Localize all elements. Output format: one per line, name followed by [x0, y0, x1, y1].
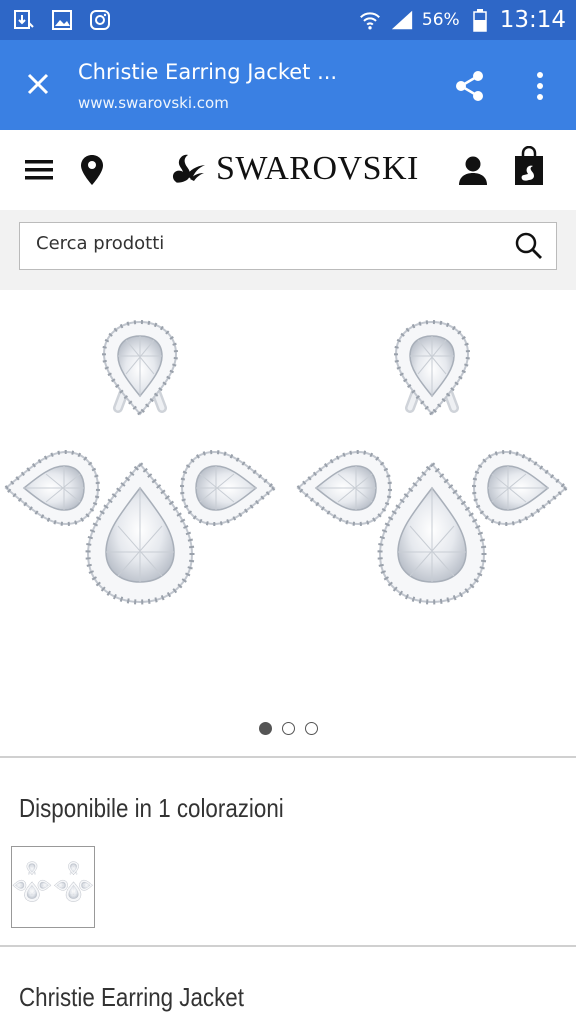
account-button[interactable] — [453, 150, 493, 190]
color-swatch[interactable] — [11, 846, 95, 928]
status-bar: 56% 13:14 — [0, 0, 576, 40]
instagram-icon — [88, 8, 112, 32]
product-name: Christie Earring Jacket — [19, 982, 244, 1012]
search-section — [0, 210, 576, 290]
store-locator-button[interactable] — [72, 150, 112, 190]
colors-heading: Disponibile in 1 colorazioni — [19, 793, 284, 823]
brand-logo[interactable]: SWAROVSKI — [170, 150, 419, 188]
close-button[interactable] — [18, 64, 58, 104]
site-header: SWAROVSKI 2 — [0, 130, 576, 210]
carousel-dot-2[interactable] — [281, 722, 295, 735]
download-icon — [12, 8, 36, 32]
share-icon — [456, 71, 483, 101]
page-title: Christie Earring Jacket ... — [78, 60, 338, 84]
page-url: www.swarovski.com — [78, 94, 229, 112]
more-vert-icon — [537, 72, 543, 100]
status-notifications — [0, 8, 112, 32]
more-options-button[interactable] — [520, 66, 560, 106]
brand-name: SWAROVSKI — [216, 150, 419, 187]
close-icon — [27, 73, 49, 95]
divider — [0, 945, 576, 947]
signal-icon — [390, 8, 414, 32]
carousel-dot-3[interactable] — [304, 722, 318, 735]
battery-icon — [468, 8, 492, 32]
earring-jackets-image — [0, 290, 576, 710]
battery-percent: 56% — [421, 10, 460, 30]
search-button[interactable] — [514, 231, 544, 261]
shopping-bag-button[interactable]: 2 — [509, 146, 549, 186]
image-carousel-indicator — [0, 722, 576, 748]
search-box — [19, 222, 557, 270]
divider — [0, 756, 576, 758]
left-earring — [6, 322, 274, 602]
swatch-thumbnail — [12, 847, 94, 927]
search-icon — [515, 232, 542, 259]
location-pin-icon — [81, 155, 103, 185]
wifi-icon — [358, 8, 382, 32]
swan-logo-icon — [172, 154, 205, 183]
right-earring — [298, 322, 566, 602]
shopping-bag-icon — [515, 146, 543, 185]
share-button[interactable] — [450, 66, 490, 106]
carousel-dot-1[interactable] — [258, 722, 272, 735]
status-system: 56% 13:14 — [358, 7, 576, 33]
browser-toolbar: Christie Earring Jacket ... www.swarovsk… — [0, 40, 576, 130]
menu-button[interactable] — [19, 150, 59, 190]
menu-icon — [25, 160, 53, 180]
product-image[interactable] — [0, 290, 576, 710]
search-input[interactable] — [36, 233, 496, 254]
gallery-icon — [50, 8, 74, 32]
clock: 13:14 — [499, 7, 566, 33]
user-icon — [459, 156, 487, 185]
